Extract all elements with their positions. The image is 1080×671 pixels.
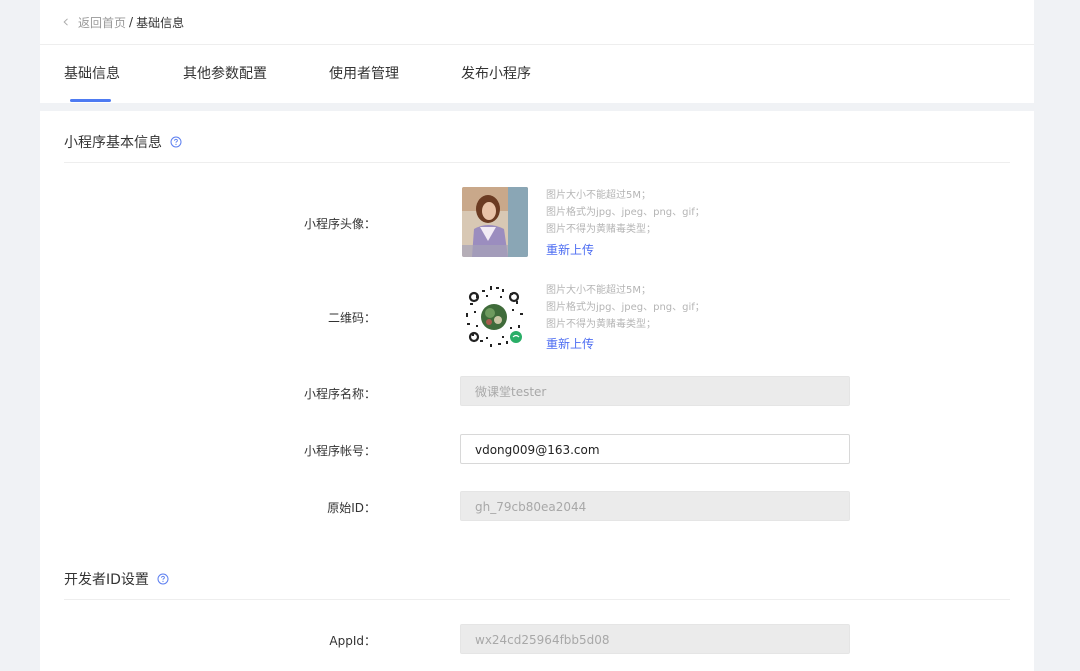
qrcode-label: 二维码： [327, 311, 376, 325]
qrcode-hint-content: 图片不得为黄赌毒类型； [546, 319, 656, 330]
header-card: 返回首页 / 基础信息 基础信息 其他参数配置 使用者管理 发布小程序 [40, 0, 1034, 103]
tab-other-params[interactable]: 其他参数配置 [183, 63, 267, 83]
page: 返回首页 / 基础信息 基础信息 其他参数配置 使用者管理 发布小程序 小程序基… [40, 0, 1034, 671]
breadcrumb-back-link[interactable]: 返回首页 [78, 14, 126, 31]
avatar-hint-content: 图片不得为黄赌毒类型； [546, 224, 656, 235]
qrcode-reupload-link[interactable]: 重新上传 [546, 335, 594, 352]
account-label: 小程序帐号： [303, 444, 376, 458]
breadcrumb-current: 基础信息 [136, 15, 185, 30]
help-circle-icon[interactable] [170, 136, 182, 148]
name-label: 小程序名称： [303, 387, 376, 401]
chevron-left-icon[interactable] [62, 18, 70, 26]
appid-label: AppId： [329, 634, 376, 648]
section-divider [64, 162, 1010, 163]
qrcode-image[interactable] [460, 283, 532, 351]
name-field: 微课堂tester [460, 376, 850, 406]
section-title-text: 小程序基本信息 [64, 135, 162, 151]
origin-id-field: gh_79cb80ea2044 [460, 491, 850, 521]
avatar-image[interactable] [462, 187, 528, 257]
avatar-label: 小程序头像： [303, 217, 376, 231]
section-divider [64, 599, 1010, 600]
avatar-hint-size: 图片大小不能超过5M； [546, 190, 651, 201]
tab-publish[interactable]: 发布小程序 [461, 63, 531, 83]
developer-section-title: 开发者ID设置 [64, 569, 169, 589]
avatar-reupload-link[interactable]: 重新上传 [546, 241, 594, 258]
content-card: 小程序基本信息 小程序头像： 图片大小不能超过5M； 图片格式为jpg、jpeg… [40, 111, 1034, 671]
qrcode-hint-format: 图片格式为jpg、jpeg、png、gif； [546, 302, 705, 313]
basic-info-section-title: 小程序基本信息 [64, 132, 182, 152]
help-circle-icon[interactable] [157, 573, 169, 585]
avatar-hint-format: 图片格式为jpg、jpeg、png、gif； [546, 207, 705, 218]
tab-user-management[interactable]: 使用者管理 [329, 63, 399, 83]
breadcrumb-separator: / [129, 15, 134, 29]
header-divider [40, 44, 1034, 45]
active-tab-indicator [70, 99, 111, 102]
origin-id-label: 原始ID： [327, 501, 376, 515]
tab-basic-info[interactable]: 基础信息 [64, 63, 120, 83]
section-title-text: 开发者ID设置 [64, 572, 149, 588]
appid-field: wx24cd25964fbb5d08 [460, 624, 850, 654]
breadcrumb: 返回首页 / 基础信息 [62, 13, 184, 31]
account-input[interactable]: vdong009@163.com [460, 434, 850, 464]
qrcode-hint-size: 图片大小不能超过5M； [546, 285, 651, 296]
